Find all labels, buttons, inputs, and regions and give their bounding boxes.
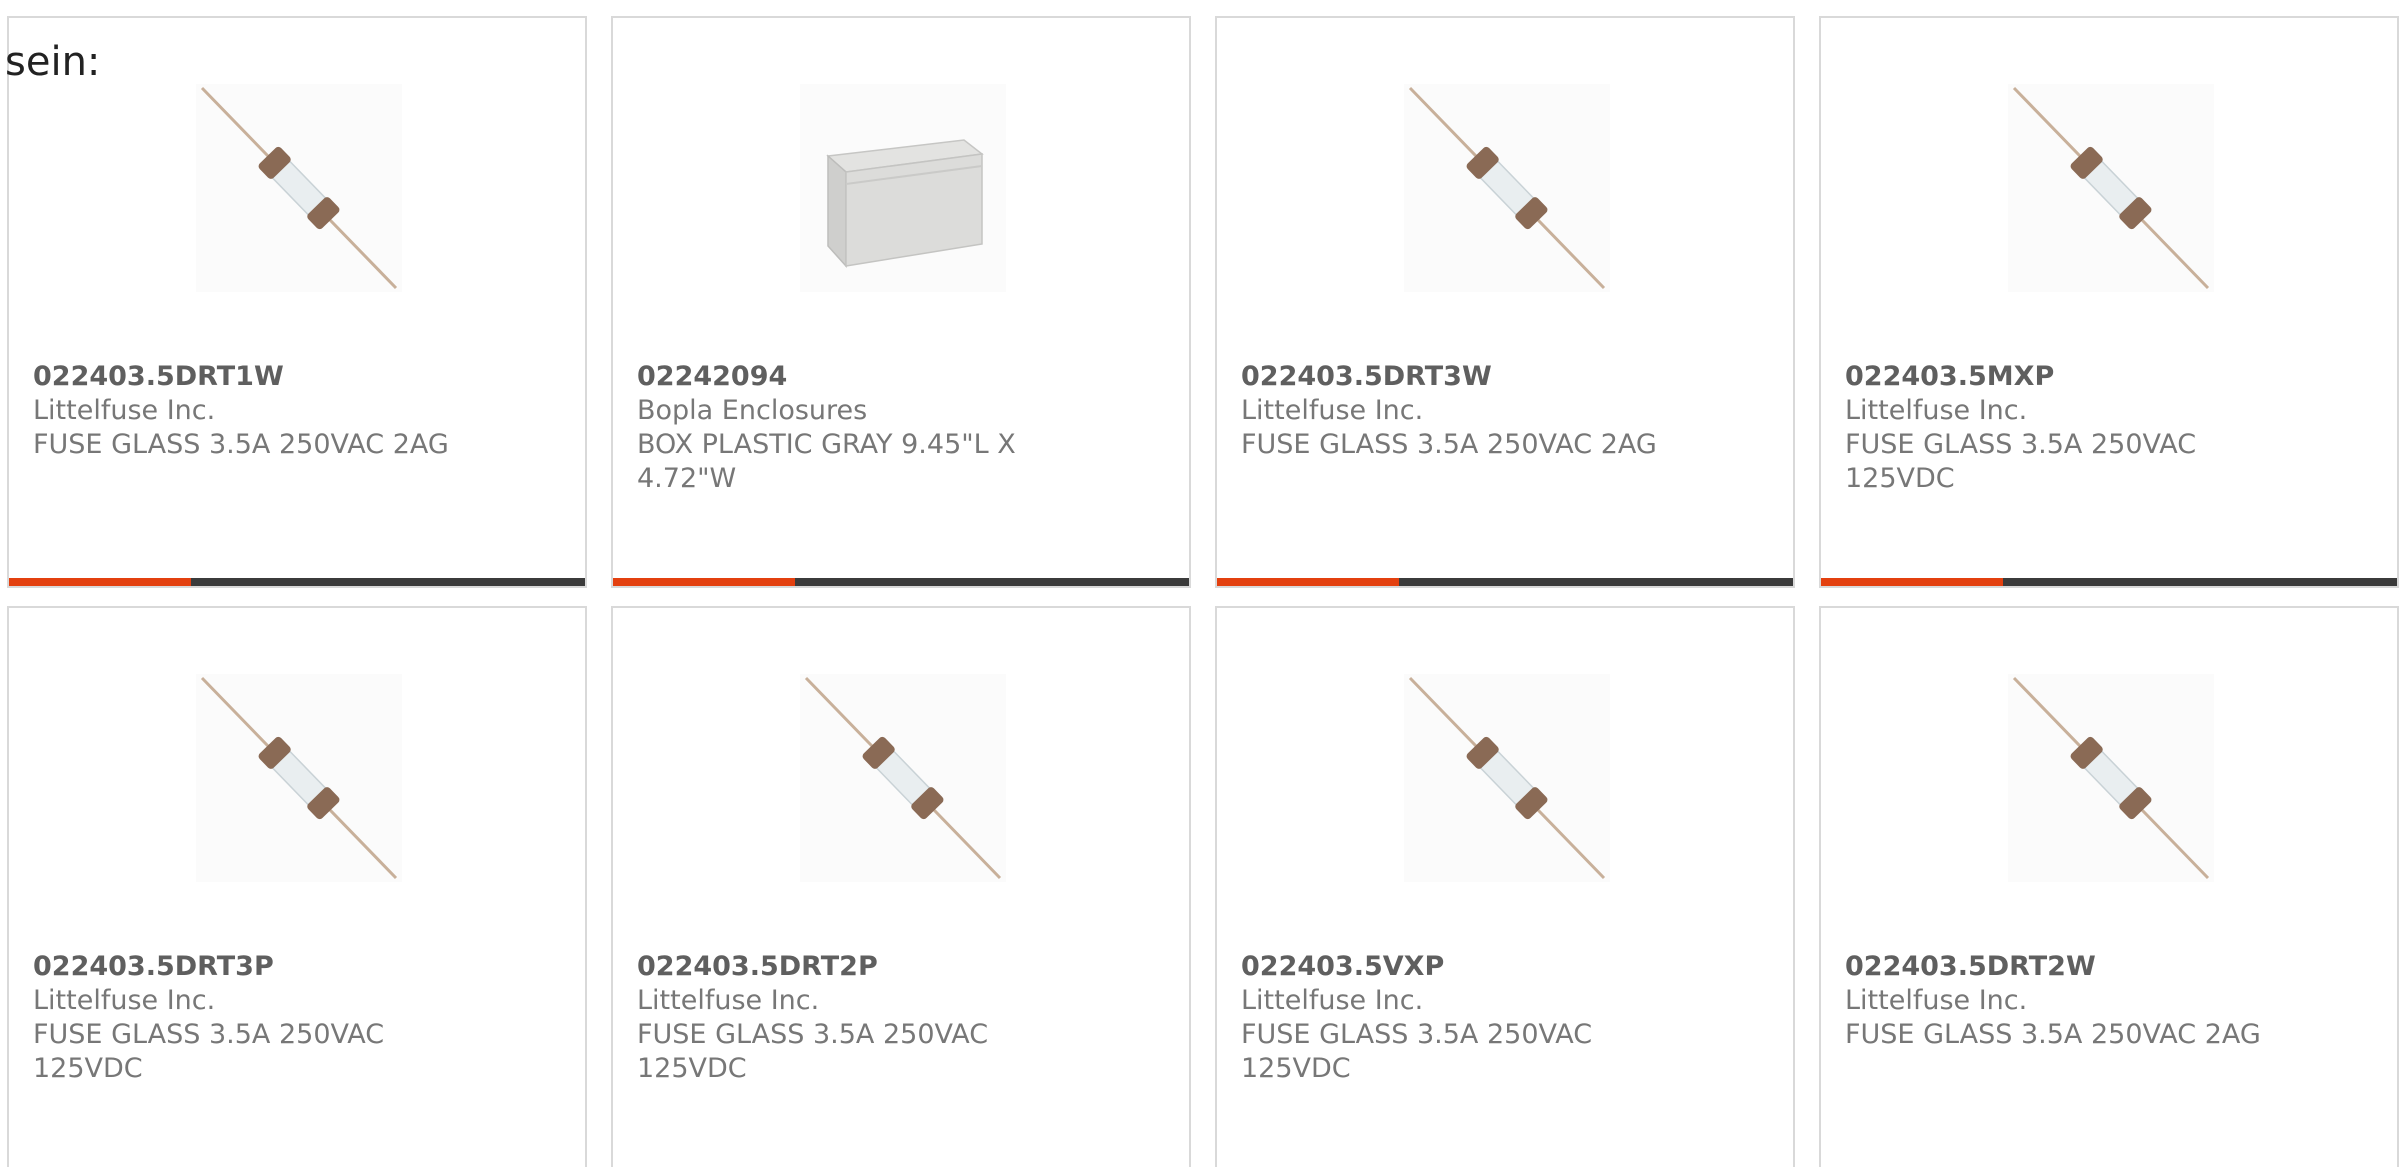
part-number-link[interactable]: 022403.5DRT2W — [1845, 950, 2285, 984]
product-grid: 022403.5DRT1W Littelfuse Inc. FUSE GLASS… — [7, 16, 2399, 1167]
product-card[interactable]: 022403.5DRT1W Littelfuse Inc. FUSE GLASS… — [7, 16, 587, 588]
manufacturer-name: Littelfuse Inc. — [1241, 395, 1424, 426]
product-description: FUSE GLASS 3.5A 250VAC 2AG — [33, 429, 449, 460]
part-number-link[interactable]: 022403.5DRT2P — [637, 950, 1077, 984]
product-image[interactable] — [800, 84, 1006, 292]
glass-fuse-icon — [804, 676, 1002, 880]
product-card[interactable]: 022403.5DRT2P Littelfuse Inc. FUSE GLASS… — [611, 606, 1191, 1167]
manufacturer-name: Littelfuse Inc. — [1845, 985, 2028, 1016]
part-number-link[interactable]: 022403.5VXP — [1241, 950, 1681, 984]
product-info: 022403.5DRT3W Littelfuse Inc. FUSE GLASS… — [1241, 360, 1681, 462]
product-info: 022403.5DRT1W Littelfuse Inc. FUSE GLASS… — [33, 360, 473, 462]
card-accent-highlight — [613, 578, 795, 586]
product-info: 02242094 Bopla Enclosures BOX PLASTIC GR… — [637, 360, 1077, 496]
product-image[interactable] — [196, 84, 402, 292]
product-description: FUSE GLASS 3.5A 250VAC 2AG — [1845, 1019, 2261, 1050]
manufacturer-name: Littelfuse Inc. — [637, 985, 820, 1016]
product-description: FUSE GLASS 3.5A 250VAC 125VDC — [33, 1019, 385, 1084]
glass-fuse-icon — [200, 676, 398, 880]
glass-fuse-icon — [2012, 86, 2210, 290]
part-number-link[interactable]: 022403.5DRT1W — [33, 360, 473, 394]
plastic-box-icon — [826, 139, 984, 268]
product-card[interactable]: 02242094 Bopla Enclosures BOX PLASTIC GR… — [611, 16, 1191, 588]
product-description: FUSE GLASS 3.5A 250VAC 125VDC — [1241, 1019, 1593, 1084]
product-info: 022403.5DRT2W Littelfuse Inc. FUSE GLASS… — [1845, 950, 2285, 1052]
product-info: 022403.5VXP Littelfuse Inc. FUSE GLASS 3… — [1241, 950, 1681, 1086]
glass-fuse-icon — [2012, 676, 2210, 880]
card-accent-bar — [1217, 578, 1793, 586]
product-description: FUSE GLASS 3.5A 250VAC 2AG — [1241, 429, 1657, 460]
card-accent-highlight — [9, 578, 191, 586]
product-description: FUSE GLASS 3.5A 250VAC 125VDC — [637, 1019, 989, 1084]
part-number-link[interactable]: 022403.5MXP — [1845, 360, 2285, 394]
card-accent-bar — [613, 578, 1189, 586]
product-info: 022403.5DRT2P Littelfuse Inc. FUSE GLASS… — [637, 950, 1077, 1086]
product-card[interactable]: 022403.5DRT3W Littelfuse Inc. FUSE GLASS… — [1215, 16, 1795, 588]
intro-text: sein: — [5, 39, 101, 85]
product-info: 022403.5MXP Littelfuse Inc. FUSE GLASS 3… — [1845, 360, 2285, 496]
manufacturer-name: Littelfuse Inc. — [1845, 395, 2028, 426]
product-card[interactable]: 022403.5DRT2W Littelfuse Inc. FUSE GLASS… — [1819, 606, 2399, 1167]
manufacturer-name: Littelfuse Inc. — [1241, 985, 1424, 1016]
product-description: FUSE GLASS 3.5A 250VAC 125VDC — [1845, 429, 2197, 494]
glass-fuse-icon — [1408, 676, 1606, 880]
part-number-link[interactable]: 022403.5DRT3P — [33, 950, 473, 984]
card-accent-bar — [1821, 578, 2397, 586]
manufacturer-name: Bopla Enclosures — [637, 395, 868, 426]
card-accent-bar — [9, 578, 585, 586]
part-number-link[interactable]: 022403.5DRT3W — [1241, 360, 1681, 394]
part-number-link[interactable]: 02242094 — [637, 360, 1077, 394]
product-info: 022403.5DRT3P Littelfuse Inc. FUSE GLASS… — [33, 950, 473, 1086]
product-image[interactable] — [2008, 84, 2214, 292]
product-description: BOX PLASTIC GRAY 9.45"L X 4.72"W — [637, 429, 1016, 494]
product-listing-page: sein: 022403.5DRT1W Littelfuse Inc. FUSE… — [0, 0, 2400, 1167]
product-image[interactable] — [2008, 674, 2214, 882]
product-image[interactable] — [800, 674, 1006, 882]
glass-fuse-icon — [1408, 86, 1606, 290]
card-accent-highlight — [1217, 578, 1399, 586]
glass-fuse-icon — [200, 86, 398, 290]
card-accent-highlight — [1821, 578, 2003, 586]
manufacturer-name: Littelfuse Inc. — [33, 985, 216, 1016]
product-image[interactable] — [196, 674, 402, 882]
manufacturer-name: Littelfuse Inc. — [33, 395, 216, 426]
product-image[interactable] — [1404, 84, 1610, 292]
product-image[interactable] — [1404, 674, 1610, 882]
product-card[interactable]: 022403.5MXP Littelfuse Inc. FUSE GLASS 3… — [1819, 16, 2399, 588]
product-card[interactable]: 022403.5DRT3P Littelfuse Inc. FUSE GLASS… — [7, 606, 587, 1167]
product-card[interactable]: 022403.5VXP Littelfuse Inc. FUSE GLASS 3… — [1215, 606, 1795, 1167]
